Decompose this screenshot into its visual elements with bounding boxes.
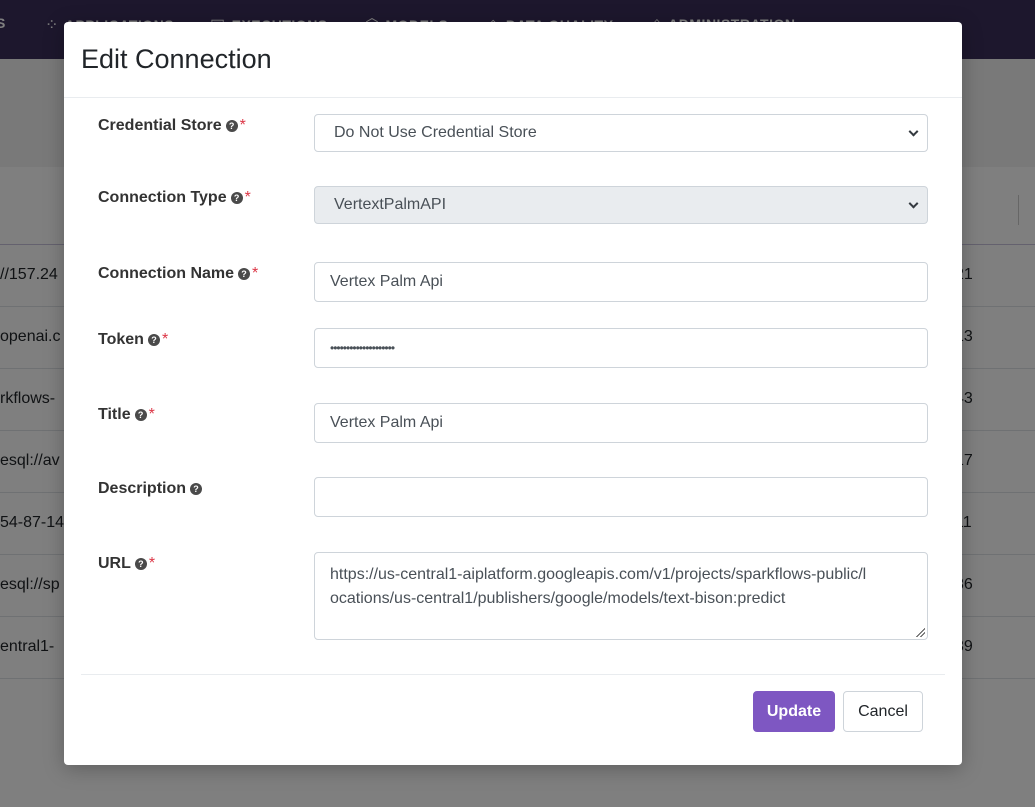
help-icon[interactable]: ? [134, 558, 147, 570]
title-input[interactable]: Vertex Palm Api [314, 403, 928, 443]
input-value: Vertex Palm Api [330, 273, 443, 290]
connection-type-select: VertextPalmAPI [314, 186, 928, 224]
select-value: Do Not Use Credential Store [334, 124, 537, 141]
label-text: Token [98, 331, 144, 348]
required-marker: * [148, 406, 155, 423]
textarea-value: https://us-central1-aiplatform.googleapi… [330, 566, 867, 607]
help-icon[interactable]: ? [230, 192, 243, 204]
required-marker: * [252, 265, 259, 282]
required-marker: * [239, 117, 246, 134]
credential-store-label: Credential Store ? * [98, 117, 246, 135]
modal-header: Edit Connection [64, 22, 962, 98]
help-icon[interactable]: ? [190, 483, 203, 495]
token-password-input[interactable]: •••••••••••••••••••• [314, 328, 928, 368]
required-marker: * [161, 331, 169, 348]
cancel-button[interactable]: Cancel [843, 691, 923, 732]
input-value: •••••••••••••••••••• [330, 341, 395, 355]
required-marker: * [148, 555, 156, 572]
label-text: Title [98, 406, 131, 423]
help-icon[interactable]: ? [238, 268, 251, 280]
required-marker: * [244, 189, 251, 206]
select-value: VertextPalmAPI [334, 196, 447, 213]
input-value: Vertex Palm Api [330, 414, 443, 431]
connection-type-label: Connection Type ? * [98, 189, 251, 207]
url-label: URL ? * [98, 555, 155, 573]
resize-handle-icon[interactable] [915, 627, 925, 637]
chevron-down-icon [908, 126, 919, 137]
description-input[interactable] [314, 477, 928, 517]
help-icon[interactable]: ? [147, 334, 160, 346]
update-button[interactable]: Update [753, 691, 835, 732]
description-label: Description ? [98, 480, 203, 498]
token-label: Token ? * [98, 331, 168, 349]
label-text: Connection Name [98, 265, 235, 282]
help-icon[interactable]: ? [225, 120, 238, 132]
connection-name-label: Connection Name ? * [98, 265, 258, 283]
credential-store-select[interactable]: Do Not Use Credential Store [314, 114, 928, 152]
connection-name-input[interactable]: Vertex Palm Api [314, 262, 928, 302]
label-text: Connection Type [98, 189, 227, 206]
label-text: Description [98, 480, 187, 497]
chevron-down-icon [908, 198, 919, 209]
title-label: Title ? * [98, 406, 155, 424]
url-textarea[interactable]: https://us-central1-aiplatform.googleapi… [314, 552, 928, 640]
modal-title: Edit Connection [81, 44, 272, 74]
edit-connection-modal: Edit Connection Credential Store ? * Do … [64, 22, 962, 765]
footer-divider [81, 674, 945, 675]
label-text: URL [98, 555, 131, 572]
label-text: Credential Store [98, 117, 222, 134]
help-icon[interactable]: ? [134, 409, 147, 421]
